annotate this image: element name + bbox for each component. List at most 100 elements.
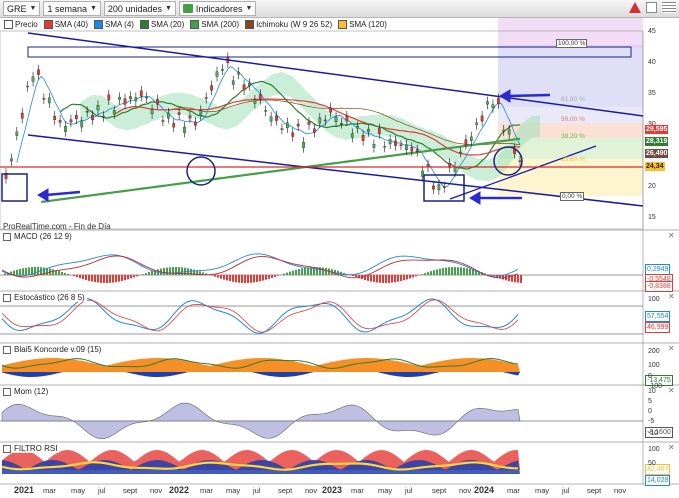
candle	[47, 92, 51, 108]
candle	[139, 85, 143, 102]
fib-level-label: 61,80 %	[561, 96, 585, 103]
macd-histogram-bar	[406, 275, 408, 280]
legend-item[interactable]: SMA (20)	[137, 19, 187, 29]
candle	[269, 111, 273, 127]
legend-item[interactable]: Precio	[2, 19, 40, 29]
macd-histogram-bar	[397, 275, 399, 282]
candle	[469, 131, 473, 146]
fib-level-label: 0,00 %	[560, 192, 585, 201]
candle	[194, 116, 197, 131]
legend-item[interactable]: SMA (200)	[188, 19, 242, 29]
macd-histogram-bar	[265, 275, 267, 280]
macd-histogram-bar	[301, 268, 303, 275]
panel-title-label: Mom (12)	[14, 387, 49, 396]
panel-title[interactable]: Estocástico (26 8 5)	[3, 293, 87, 302]
panel-value-badge: 14,028	[645, 475, 671, 486]
candle	[26, 81, 29, 92]
fib-level-label: 100,00 %	[556, 39, 588, 48]
time-axis-label: sept	[278, 486, 293, 495]
macd-histogram-bar	[25, 267, 27, 275]
legend-item[interactable]: Ichimoku (W 9 26 52)	[243, 19, 335, 29]
close-icon[interactable]: ✕	[668, 386, 675, 395]
candle	[69, 114, 73, 127]
macd-histogram-bar	[61, 271, 63, 275]
panel-collapse-icon[interactable]	[3, 345, 11, 354]
macd-histogram-bar	[136, 275, 138, 277]
macd-histogram-bar	[409, 275, 411, 279]
time-axis-label: sept	[587, 486, 602, 495]
candle	[15, 126, 19, 141]
candle	[313, 123, 316, 138]
macd-histogram-bar	[457, 267, 459, 275]
panel-title-label: Blai5 Koncorde v.09 (15)	[14, 345, 102, 354]
macd-histogram-bar	[445, 267, 447, 275]
legend-item[interactable]: SMA (4)	[92, 19, 136, 29]
candle	[172, 118, 176, 133]
koncorde-area	[2, 358, 520, 372]
macd-histogram-bar	[256, 275, 258, 282]
macd-histogram-bar	[262, 275, 264, 281]
chart-area[interactable]	[0, 0, 679, 498]
macd-histogram-bar	[16, 269, 18, 275]
macd-histogram-bar	[166, 267, 168, 275]
macd-histogram-bar	[295, 269, 297, 275]
candle	[123, 93, 127, 110]
candle	[475, 117, 479, 130]
macd-histogram-bar	[67, 273, 69, 275]
time-axis-label: 2023	[322, 485, 343, 495]
candle	[275, 110, 278, 126]
panel-collapse-icon[interactable]	[3, 293, 11, 302]
macd-histogram-bar	[517, 275, 519, 283]
macd-histogram-bar	[277, 275, 279, 276]
panel-title[interactable]: Blai5 Koncorde v.09 (15)	[3, 345, 104, 354]
macd-histogram-bar	[52, 269, 54, 275]
macd-histogram-bar	[235, 275, 237, 283]
panel-title[interactable]: FILTRO RSI	[3, 444, 60, 453]
macd-histogram-bar	[241, 275, 243, 283]
close-icon[interactable]: ✕	[668, 443, 675, 452]
axis-tick-label: -5	[648, 418, 655, 425]
candle	[399, 139, 403, 151]
macd-histogram-bar	[34, 267, 36, 275]
panel-collapse-icon[interactable]	[3, 232, 11, 241]
candle	[145, 92, 149, 103]
macd-histogram-bar	[127, 275, 129, 280]
panel-value-badge: 46,999	[645, 322, 671, 333]
axis-tick-label: 15	[648, 214, 656, 221]
panel-collapse-icon[interactable]	[3, 387, 11, 396]
panel-title[interactable]: MACD (26 12 9)	[3, 232, 74, 241]
watermark: ProRealTime.com - Fin de Día	[3, 222, 111, 231]
macd-histogram-bar	[451, 267, 453, 275]
macd-histogram-bar	[163, 268, 165, 275]
candle	[210, 80, 213, 96]
macd-histogram-bar	[412, 275, 414, 278]
axis-tick-label: 200	[648, 348, 660, 355]
close-icon[interactable]: ✕	[668, 231, 675, 240]
legend-label: SMA (40)	[54, 19, 89, 29]
panel-title[interactable]: Mom (12)	[3, 387, 51, 396]
close-icon[interactable]: ✕	[668, 344, 675, 353]
macd-histogram-bar	[121, 275, 123, 281]
time-axis-label: jul	[98, 486, 106, 495]
legend-item[interactable]: SMA (40)	[41, 19, 91, 29]
fib-level-label: 23,60 %	[561, 156, 585, 163]
panel-collapse-icon[interactable]	[3, 444, 11, 453]
legend-swatch-icon	[190, 19, 200, 29]
macd-histogram-bar	[22, 268, 24, 275]
candle	[221, 64, 224, 75]
sma-200-line	[41, 137, 521, 204]
stochastic-k-line	[1, 298, 519, 334]
time-axis-label: mar	[507, 486, 520, 495]
close-icon[interactable]: ✕	[668, 292, 675, 301]
macd-histogram-bar	[415, 275, 417, 277]
candle	[134, 92, 138, 106]
axis-tick-label: 50	[648, 460, 656, 467]
macd-histogram-bar	[100, 275, 102, 283]
price-badge: 26,490	[645, 149, 669, 158]
macd-histogram-bar	[13, 270, 15, 275]
candle	[464, 134, 468, 150]
time-axis-label: nov	[150, 486, 163, 495]
legend-item[interactable]: SMA (120)	[336, 19, 389, 29]
axis-tick-label: 0	[648, 373, 652, 380]
macd-histogram-bar	[124, 275, 126, 281]
